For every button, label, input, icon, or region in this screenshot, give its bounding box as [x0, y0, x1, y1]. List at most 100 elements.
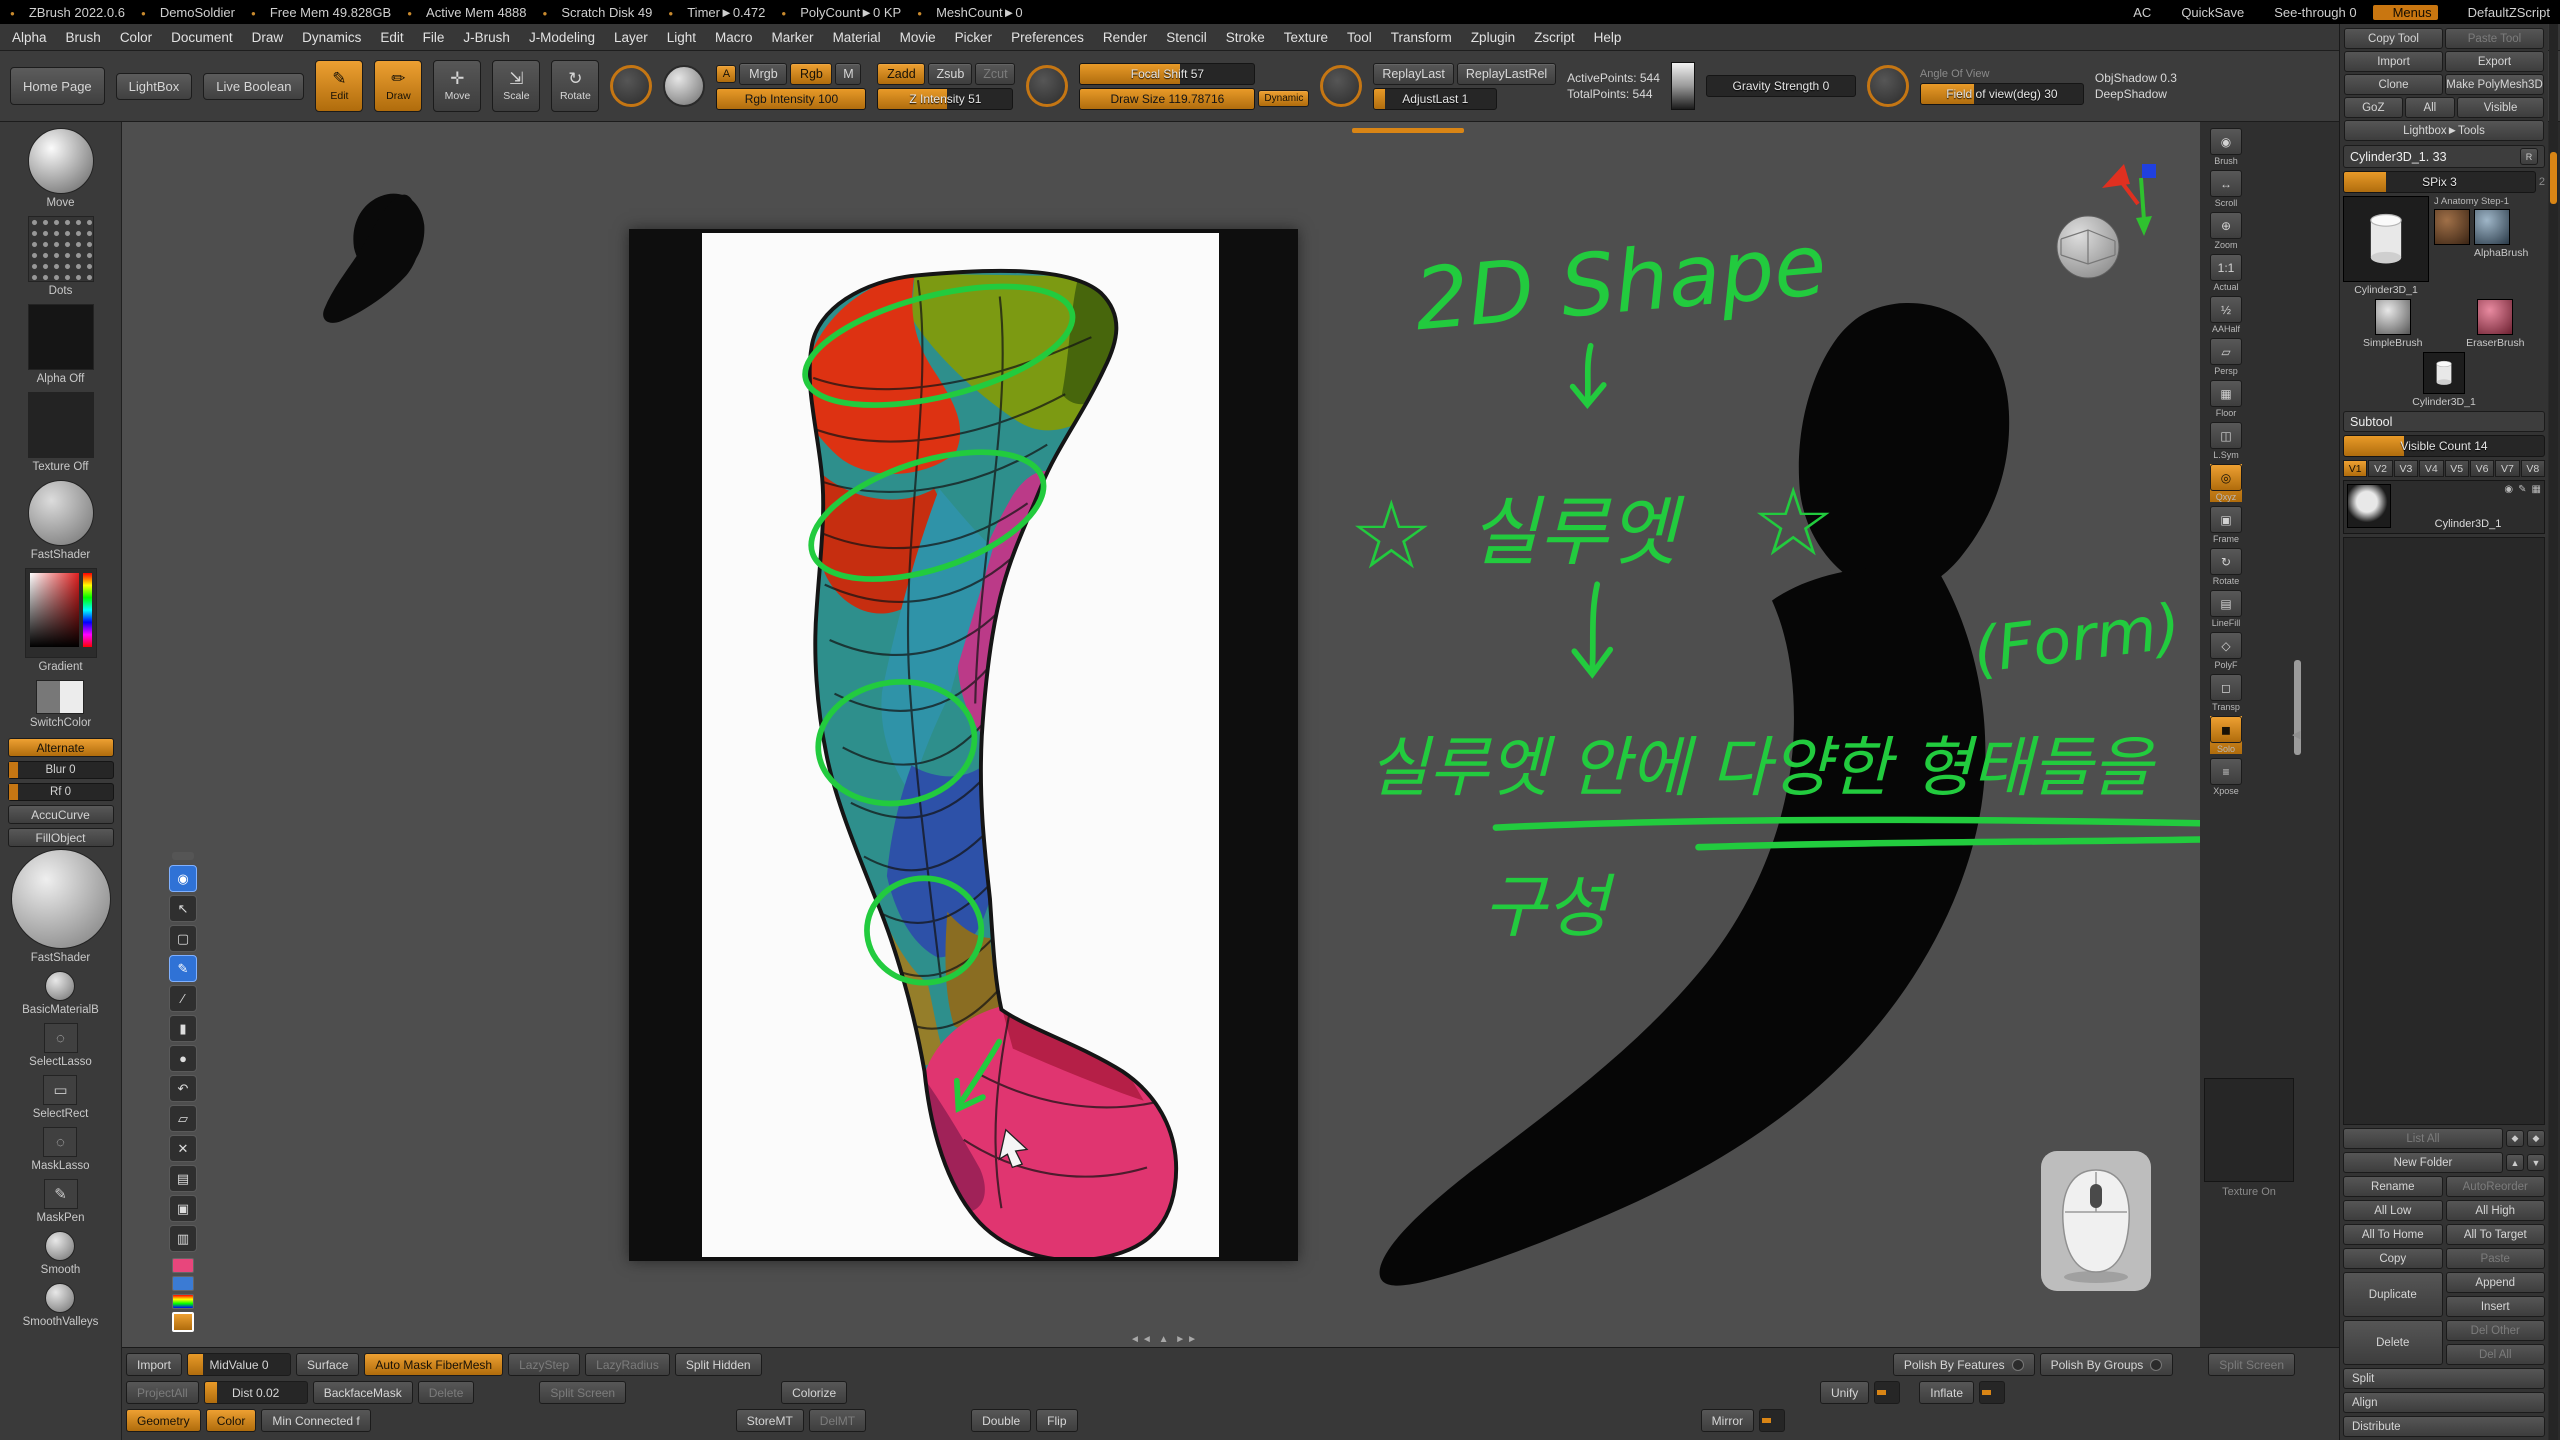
tray-scrollbar[interactable]: [2549, 24, 2558, 1440]
annotation-tool-button[interactable]: ▱: [169, 1105, 197, 1132]
subtool-action-button[interactable]: All Low: [2343, 1200, 2443, 1221]
left-tray-thumbnail[interactable]: [44, 1179, 78, 1209]
annotation-tool-button[interactable]: ✎: [169, 955, 197, 982]
left-tray-thumbnail[interactable]: [43, 1075, 77, 1105]
perspective-icon[interactable]: [1867, 65, 1909, 107]
zadd-button[interactable]: Zadd: [877, 63, 925, 85]
left-tray-thumbnail[interactable]: [28, 392, 94, 458]
version-tab[interactable]: V7: [2495, 460, 2519, 477]
move-up-icon[interactable]: ▲: [2506, 1154, 2524, 1171]
spix-slider[interactable]: SPix 3: [2343, 171, 2536, 193]
leg-3d-model[interactable]: [702, 233, 1219, 1257]
gravity-strength-slider[interactable]: Gravity Strength 0: [1706, 75, 1856, 97]
mrgb-button[interactable]: Mrgb: [739, 63, 787, 85]
tool-palette-button[interactable]: Paste Tool: [2445, 28, 2544, 49]
bottom-tray-button[interactable]: Min Connected f: [261, 1409, 370, 1432]
right-shelf-icon[interactable]: ◎: [2210, 464, 2242, 491]
subtool-action-button[interactable]: Duplicate: [2343, 1272, 2443, 1317]
rotate-button[interactable]: ↻ Rotate: [551, 60, 599, 112]
annotation-tool-button[interactable]: ▤: [169, 1165, 197, 1192]
menu-item[interactable]: Texture: [1284, 30, 1328, 45]
canvas-h-scrollbar[interactable]: [1352, 128, 1464, 133]
menu-item[interactable]: Brush: [66, 30, 101, 45]
bottom-tray-button[interactable]: Split Screen: [539, 1381, 626, 1404]
drag-handle-icon[interactable]: [172, 852, 194, 860]
color-swatch[interactable]: [172, 1258, 194, 1273]
menu-item[interactable]: Zplugin: [1471, 30, 1515, 45]
left-tray-label[interactable]: SmoothValleys: [23, 1316, 99, 1328]
bottom-tray-button[interactable]: MidValue 0: [187, 1353, 291, 1376]
subtool-action-button[interactable]: Align: [2343, 1392, 2545, 1413]
right-shelf-icon[interactable]: ▤: [2210, 590, 2242, 617]
bottom-tray-button[interactable]: Polish By Groups: [2040, 1353, 2174, 1376]
annotation-tool-button[interactable]: ▢: [169, 925, 197, 952]
right-shelf-icon[interactable]: ▦: [2210, 380, 2242, 407]
replay-last-rel-button[interactable]: ReplayLastRel: [1457, 63, 1556, 85]
visibility-eye-icon[interactable]: ◉: [2504, 484, 2513, 495]
annotation-tool-button[interactable]: ✕: [169, 1135, 197, 1162]
subtool-action-button[interactable]: Paste: [2446, 1248, 2546, 1269]
left-tray-thumbnail[interactable]: [28, 480, 94, 546]
tray-scrollbar-thumb[interactable]: [2550, 152, 2557, 204]
tool-palette-button[interactable]: Export: [2445, 51, 2544, 72]
version-tab[interactable]: V6: [2470, 460, 2494, 477]
list-all-button[interactable]: List All: [2343, 1128, 2503, 1149]
anatomy-brush-thumbnail[interactable]: [2434, 209, 2470, 245]
right-shelf-icon[interactable]: ▱: [2210, 338, 2242, 365]
version-tab[interactable]: V1: [2343, 460, 2367, 477]
right-shelf-icon[interactable]: ◼: [2210, 716, 2242, 743]
right-shelf-icon[interactable]: ↔: [2210, 170, 2242, 197]
sculpt-canvas[interactable]: 2D Shape ☆ 실루엣 ☆ (Form) 실루엣 안에 다양한 형태들을 …: [122, 122, 2200, 1347]
title-right-item[interactable]: Menus: [2373, 5, 2438, 20]
annotation-tool-button[interactable]: ▥: [169, 1225, 197, 1252]
annotation-tool-button[interactable]: ↖: [169, 895, 197, 922]
left-tray-thumbnail[interactable]: [43, 1127, 77, 1157]
move-button[interactable]: ✛ Move: [433, 60, 481, 112]
right-shelf-icon[interactable]: ▣: [2210, 506, 2242, 533]
bottom-tray-button[interactable]: ProjectAll: [126, 1381, 199, 1404]
tool-palette-button[interactable]: Import: [2344, 51, 2443, 72]
bottom-tray-button[interactable]: Unify: [1820, 1381, 1869, 1404]
replay-last-button[interactable]: ReplayLast: [1373, 63, 1454, 85]
right-shelf-icon[interactable]: ↻: [2210, 548, 2242, 575]
right-shelf-icon[interactable]: ◫: [2210, 422, 2242, 449]
bottom-tray-button[interactable]: [1874, 1381, 1900, 1404]
lightbox-button[interactable]: LightBox: [116, 73, 193, 100]
left-tray-label[interactable]: Rf 0: [8, 783, 114, 801]
title-right-item[interactable]: QuickSave: [2167, 5, 2244, 20]
stroke-preview-icon[interactable]: [1320, 65, 1362, 107]
right-shelf-icon[interactable]: ≡: [2210, 758, 2242, 785]
bottom-tray-button[interactable]: LazyRadius: [585, 1353, 670, 1376]
new-folder-button[interactable]: New Folder: [2343, 1152, 2503, 1173]
left-tray-label[interactable]: BasicMaterialB: [22, 1004, 99, 1016]
menu-item[interactable]: Macro: [715, 30, 753, 45]
right-shelf-icon[interactable]: ½: [2210, 296, 2242, 323]
tool-palette-button[interactable]: All: [2405, 97, 2456, 118]
version-tab[interactable]: V5: [2445, 460, 2469, 477]
left-tray-label[interactable]: SwitchColor: [30, 717, 91, 729]
menu-item[interactable]: Document: [171, 30, 233, 45]
material-sphere-icon[interactable]: [663, 65, 705, 107]
draw-size-slider[interactable]: Draw Size 119.78716: [1079, 88, 1255, 110]
color-swatch[interactable]: [172, 1294, 194, 1309]
subtool-action-button[interactable]: Append: [2446, 1272, 2546, 1293]
menu-item[interactable]: File: [423, 30, 445, 45]
left-tray-label[interactable]: Alternate: [8, 738, 114, 757]
right-shelf-icon[interactable]: 1:1: [2210, 254, 2242, 281]
menu-item[interactable]: Tool: [1347, 30, 1372, 45]
bottom-tray-button[interactable]: [1759, 1409, 1785, 1432]
bottom-tray-button[interactable]: Surface: [296, 1353, 359, 1376]
left-tray-label[interactable]: FastShader: [31, 549, 90, 561]
bottom-tray-button[interactable]: Colorize: [781, 1381, 847, 1404]
bottom-tray-button[interactable]: DelMT: [809, 1409, 866, 1432]
bottom-tray-button[interactable]: BackfaceMask: [313, 1381, 413, 1404]
left-tray-thumbnail[interactable]: [45, 1283, 75, 1313]
subtool-action-button[interactable]: AutoReorder: [2446, 1176, 2546, 1197]
subtool-action-button[interactable]: Del Other: [2446, 1320, 2546, 1341]
color-swatch[interactable]: [172, 1276, 194, 1291]
bottom-tray-button[interactable]: Double: [971, 1409, 1031, 1432]
annotation-tool-button[interactable]: ●: [169, 1045, 197, 1072]
left-tray-thumbnail[interactable]: [11, 849, 111, 949]
m-button[interactable]: M: [835, 63, 861, 85]
tool-palette-button[interactable]: GoZ: [2344, 97, 2403, 118]
